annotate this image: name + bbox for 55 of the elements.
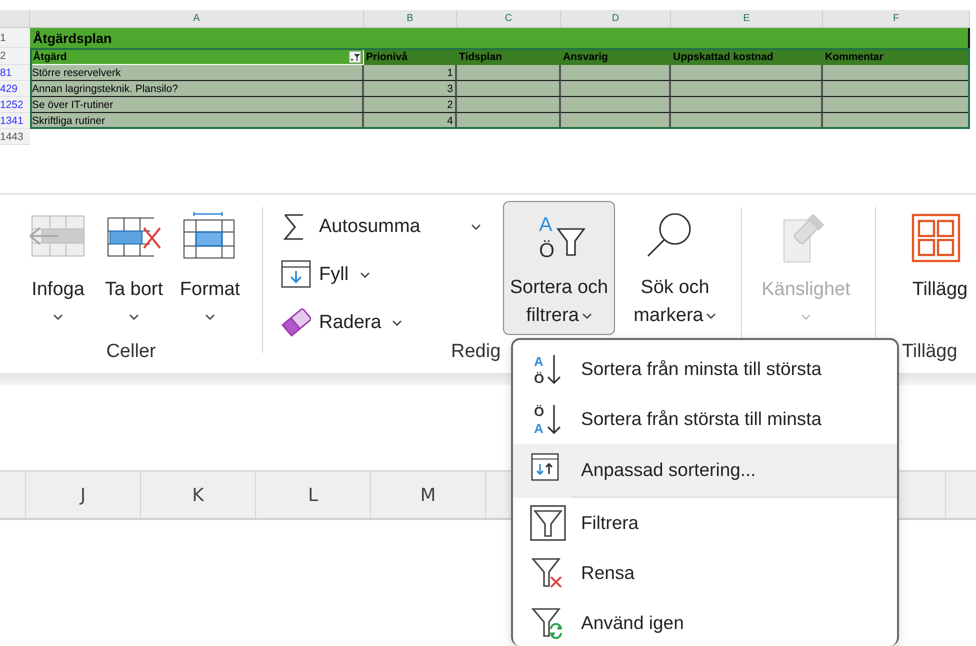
column-header[interactable]: M: [420, 484, 436, 506]
filter-icon: [530, 505, 566, 541]
column-header[interactable]: D: [561, 10, 671, 28]
table-cell: 3: [364, 81, 457, 97]
chevron-icon: [52, 314, 63, 320]
chevron-icon: [360, 272, 370, 278]
ribbon-button[interactable]: Sök och markera: [619, 201, 731, 335]
column-header[interactable]: A: [30, 10, 364, 28]
row-header[interactable]: 1252: [0, 97, 30, 113]
table-title: Åtgärdsplan: [30, 28, 970, 48]
table-cell: Större reservelverk: [30, 65, 364, 81]
table-cell: Annan lagringsteknik. Plansilo?: [30, 81, 364, 97]
chevron-icon: [706, 312, 716, 319]
column-header[interactable]: F: [823, 10, 970, 28]
menu-item[interactable]: Använd igen: [513, 598, 897, 646]
menu-item[interactable]: Rensa: [513, 548, 897, 598]
menu-item[interactable]: A Ö Sortera från minsta till största: [513, 344, 897, 394]
row-header[interactable]: 429: [0, 81, 30, 97]
column-header[interactable]: C: [457, 10, 561, 28]
group-label: Celler: [106, 341, 156, 363]
column-heading: Åtgärd: [33, 50, 67, 62]
row-header[interactable]: 1443: [0, 129, 30, 145]
menu-item[interactable]: Anpassad sortering...: [513, 444, 897, 498]
column-header[interactable]: J: [80, 484, 86, 506]
filter-dropdown-icon[interactable]: [349, 50, 361, 62]
ribbon-button[interactable]: Ta bort: [98, 201, 170, 335]
chevron-icon: [471, 224, 481, 230]
column-header[interactable]: K: [192, 484, 204, 506]
column-header[interactable]: L: [308, 484, 318, 506]
ribbon-button[interactable]: A Ö Sortera och filtrera: [503, 201, 615, 335]
table-cell: 2: [364, 97, 457, 113]
chevron-icon: [205, 314, 215, 320]
column-header[interactable]: B: [364, 10, 457, 28]
chevron-icon: [800, 314, 811, 320]
group-label: Redig: [451, 341, 501, 363]
fill-down-icon: [281, 260, 311, 290]
ribbon-button[interactable]: Fyll: [281, 257, 499, 293]
ribbon-button[interactable]: Radera: [281, 305, 499, 341]
table-cell: Se över IT-rutiner: [30, 97, 364, 113]
group-label: Tillägg: [902, 341, 958, 363]
row-header[interactable]: 1: [0, 28, 30, 48]
menu-item[interactable]: Filtrera: [513, 498, 897, 548]
chevron-icon: [129, 314, 139, 320]
column-header[interactable]: E: [671, 10, 823, 28]
menu-item[interactable]: Ö A Sortera från största till minsta: [513, 394, 897, 444]
row-header[interactable]: 81: [0, 65, 30, 81]
ribbon-button[interactable]: Format: [174, 201, 246, 335]
ribbon-button[interactable]: Tillägg: [884, 201, 976, 335]
row-header[interactable]: 2: [0, 48, 30, 65]
ribbon-button[interactable]: Autosumma: [281, 209, 481, 245]
row-header[interactable]: 1341: [0, 113, 30, 129]
ribbon-button[interactable]: Infoga: [22, 201, 94, 335]
chevron-icon: [392, 320, 402, 326]
chevron-icon: [582, 312, 592, 319]
table-cell: 1: [364, 65, 457, 81]
